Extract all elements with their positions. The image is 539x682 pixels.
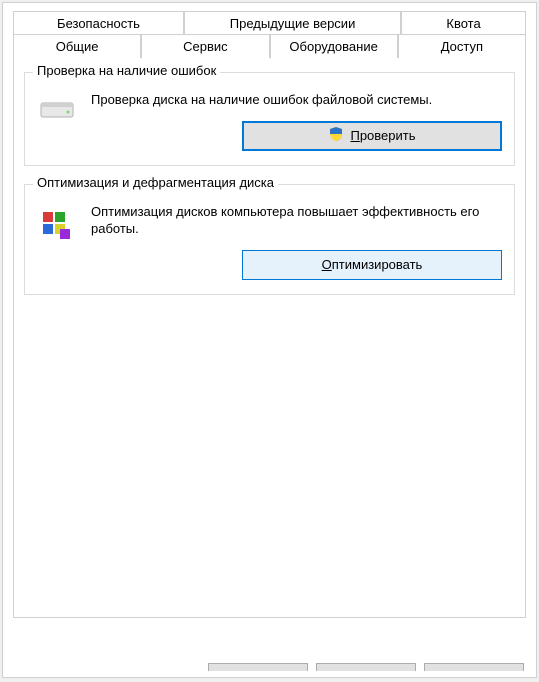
tab-general[interactable]: Общие xyxy=(13,34,141,59)
tab-security[interactable]: Безопасность xyxy=(13,11,184,35)
tab-strip: Безопасность Предыдущие версии Квота Общ… xyxy=(3,3,536,59)
dialog-button-stub[interactable] xyxy=(424,663,524,671)
group-legend: Оптимизация и дефрагментация диска xyxy=(33,175,278,190)
tab-label: Доступ xyxy=(441,39,483,54)
group-legend: Проверка на наличие ошибок xyxy=(33,63,220,78)
dialog-button-stub[interactable] xyxy=(316,663,416,671)
optimize-button[interactable]: Оптимизировать xyxy=(242,250,502,280)
tab-quota[interactable]: Квота xyxy=(401,11,526,35)
button-label: Проверить xyxy=(350,128,415,143)
dialog-button-bar xyxy=(208,663,524,671)
shield-icon xyxy=(328,126,344,145)
tab-row-1: Безопасность Предыдущие версии Квота xyxy=(13,11,526,35)
tab-label: Сервис xyxy=(183,39,228,54)
properties-dialog: Безопасность Предыдущие версии Квота Общ… xyxy=(2,2,537,678)
group-error-check: Проверка на наличие ошибок Проверка диск… xyxy=(24,72,515,166)
tab-label: Оборудование xyxy=(289,39,377,54)
tab-sharing[interactable]: Доступ xyxy=(398,34,526,59)
group-optimize: Оптимизация и дефрагментация диска xyxy=(24,184,515,295)
tab-previous-versions[interactable]: Предыдущие версии xyxy=(184,11,401,35)
tab-label: Безопасность xyxy=(57,16,140,31)
check-button[interactable]: Проверить xyxy=(242,121,502,151)
tab-row-2: Общие Сервис Оборудование Доступ xyxy=(13,34,526,59)
tab-label: Общие xyxy=(56,39,99,54)
error-check-description: Проверка диска на наличие ошибок файлово… xyxy=(91,91,502,109)
tab-label: Квота xyxy=(446,16,480,31)
tab-hardware[interactable]: Оборудование xyxy=(270,34,398,59)
optimize-description: Оптимизация дисков компьютера повышает э… xyxy=(91,203,502,238)
dialog-button-stub[interactable] xyxy=(208,663,308,671)
button-label: Оптимизировать xyxy=(322,257,423,272)
defrag-icon xyxy=(40,209,74,246)
drive-icon xyxy=(39,97,75,124)
tab-tools[interactable]: Сервис xyxy=(141,34,269,59)
tab-label: Предыдущие версии xyxy=(230,16,356,31)
tab-panel-tools: Проверка на наличие ошибок Проверка диск… xyxy=(13,58,526,618)
